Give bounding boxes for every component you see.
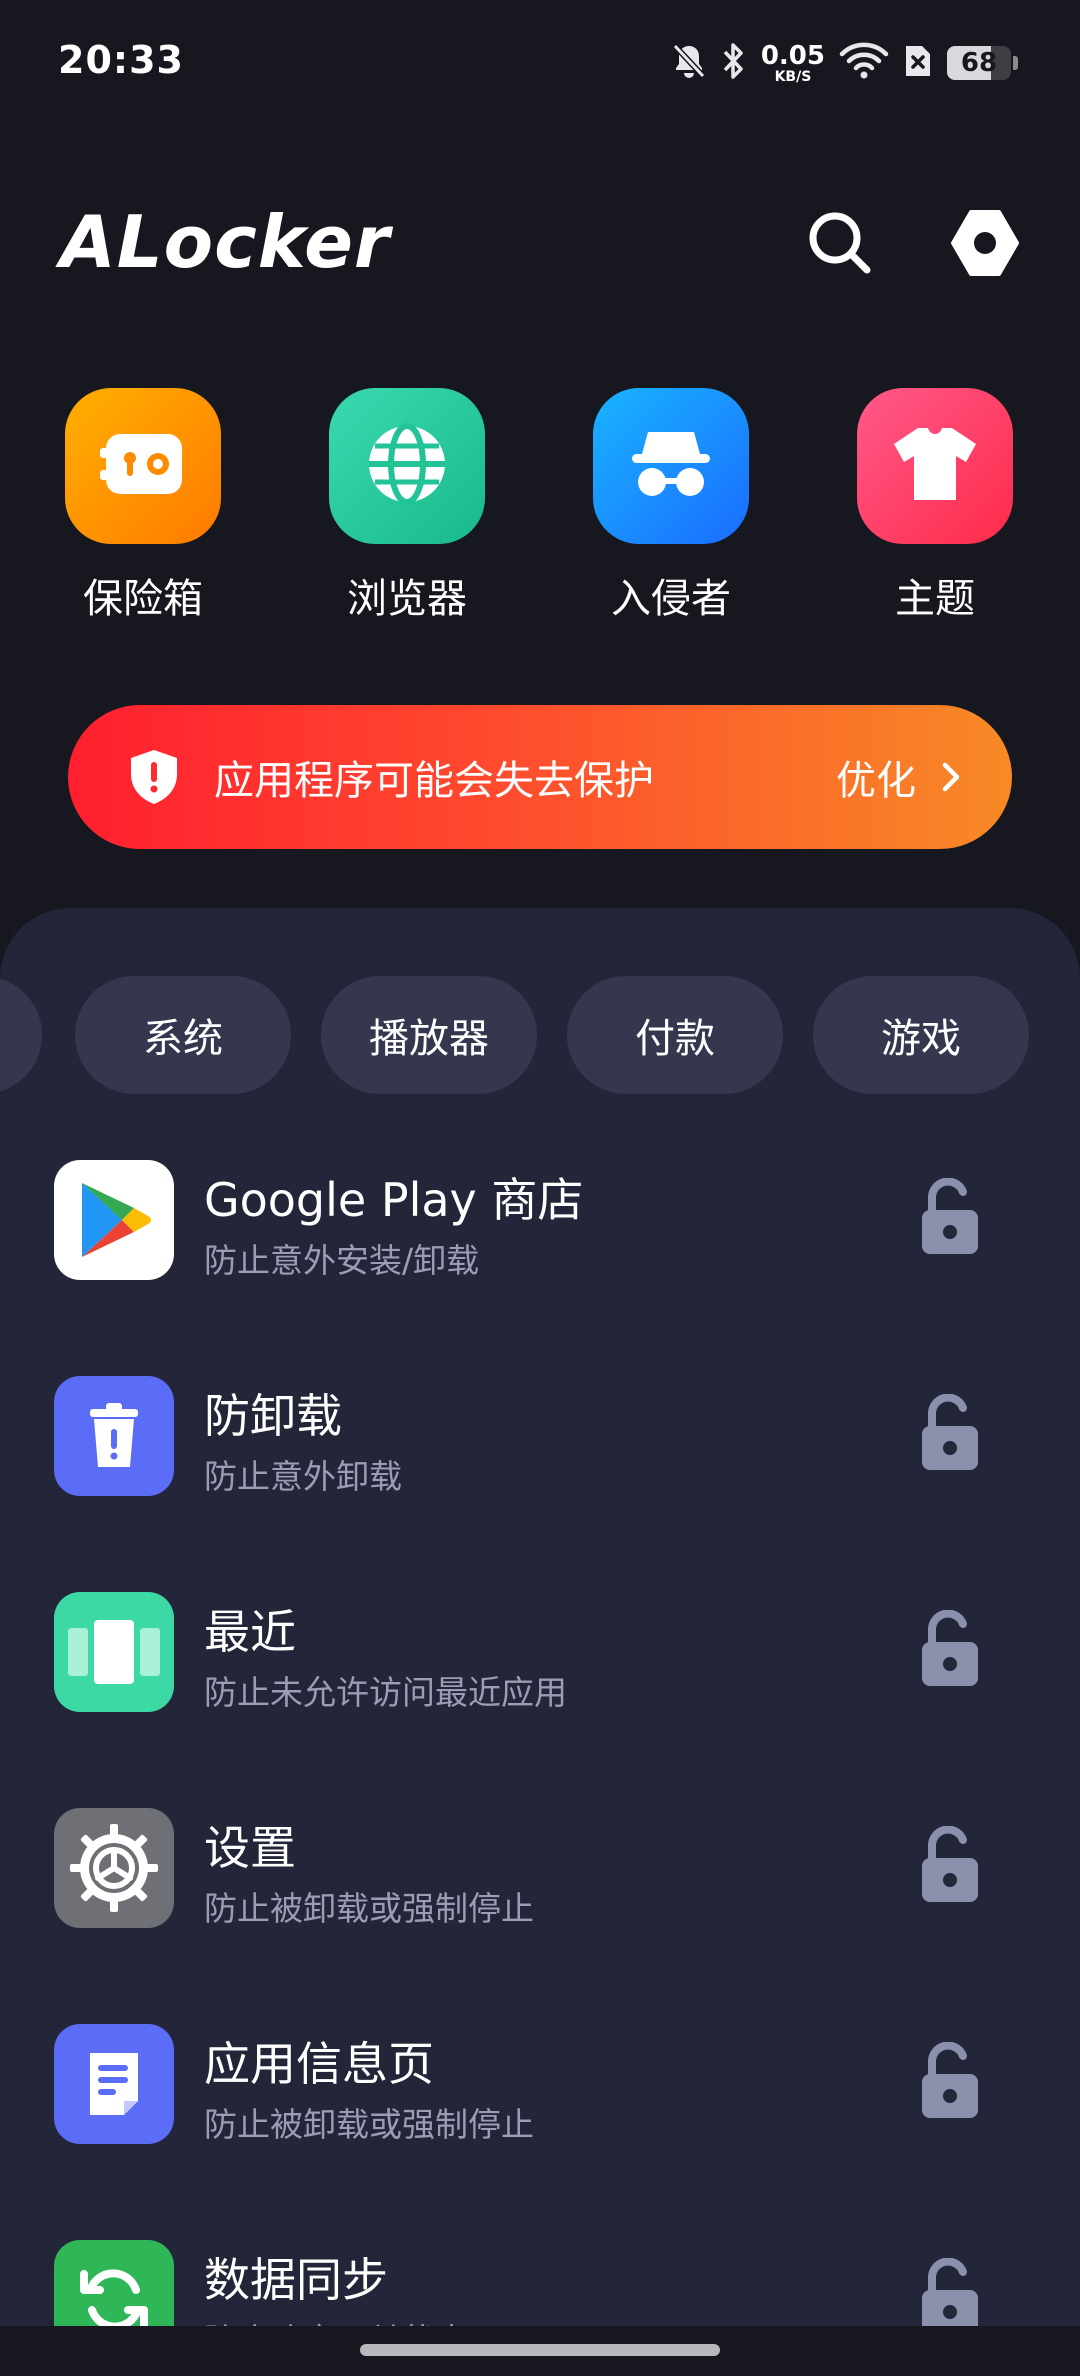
app-title: ALocker [60, 200, 391, 284]
banner-message: 应用程序可能会失去保护 [214, 758, 654, 804]
network-speed-unit: KB/S [774, 68, 812, 85]
app-name: 设置 [204, 1821, 296, 1875]
app-row-google-play[interactable]: Google Play 商店 防止意外安装/卸载 [0, 1160, 1080, 1340]
shield-alert-icon [124, 747, 184, 807]
bell-muted-icon [671, 42, 707, 84]
settings-button[interactable] [945, 205, 1025, 285]
search-icon [805, 208, 875, 282]
home-indicator[interactable] [360, 2344, 720, 2356]
app-row-uninstall-protect[interactable]: 防卸载 防止意外卸载 [0, 1376, 1080, 1556]
app-desc: 防止意外卸载 [204, 1457, 402, 1496]
app-name: 应用信息页 [204, 2037, 434, 2091]
network-speed-value: 0.05 [760, 40, 825, 71]
tool-label: 主题 [895, 576, 975, 622]
app-name: 数据同步 [204, 2253, 388, 2307]
settings-hex-icon [949, 207, 1021, 283]
lock-open-icon[interactable] [918, 1825, 982, 1906]
status-time: 20:33 [58, 38, 184, 82]
chip-games[interactable]: 游戏 [813, 976, 1029, 1094]
app-row-settings[interactable]: 设置 防止被卸载或强制停止 [0, 1808, 1080, 1988]
screen: 20:33 0.05 KB/S 68 ALocker 保险箱 浏览器 入侵者 主… [0, 0, 1080, 2376]
shirt-icon [890, 422, 980, 510]
lock-open-icon[interactable] [918, 1393, 982, 1474]
battery-icon: 68 [947, 46, 1011, 80]
gear-icon [54, 1808, 174, 1928]
tool-label: 保险箱 [83, 576, 203, 622]
chip-system[interactable]: 系统 [75, 976, 291, 1094]
app-desc: 防止被卸载或强制停止 [204, 1889, 534, 1928]
intruder-tile [593, 388, 749, 544]
lock-open-icon[interactable] [918, 2041, 982, 2122]
protected-apps-sheet: 系统 播放器 付款 游戏 Google Play 商店 防止意外安装/卸载 防卸… [0, 908, 1080, 2376]
app-name: Google Play 商店 [204, 1173, 584, 1227]
recents-icon [54, 1592, 174, 1712]
optimize-button[interactable]: 优化 [836, 748, 916, 806]
quick-tools: 保险箱 浏览器 入侵者 主题 [0, 388, 1080, 638]
status-icons: 0.05 KB/S 68 [671, 38, 1018, 88]
app-row-recents[interactable]: 最近 防止未允许访问最近应用 [0, 1592, 1080, 1772]
app-desc: 防止未允许访问最近应用 [204, 1673, 567, 1712]
search-button[interactable] [800, 205, 880, 285]
browser-tile [329, 388, 485, 544]
network-speed: 0.05 KB/S [761, 43, 825, 84]
app-desc: 防止被卸载或强制停止 [204, 2105, 534, 2144]
app-row-app-info[interactable]: 应用信息页 防止被卸载或强制停止 [0, 2024, 1080, 2204]
chip-partial[interactable] [0, 976, 42, 1094]
trash-alert-icon [54, 1376, 174, 1496]
protection-warning-banner[interactable]: 应用程序可能会失去保护 优化 [68, 705, 1012, 849]
globe-icon [363, 420, 451, 512]
lock-open-icon[interactable] [918, 1177, 982, 1258]
chip-player[interactable]: 播放器 [321, 976, 537, 1094]
navigation-bar [0, 2326, 1080, 2376]
category-chips[interactable]: 系统 播放器 付款 游戏 [0, 976, 1080, 1094]
battery-percent: 68 [960, 48, 998, 78]
google-play-icon [54, 1160, 174, 1280]
chip-payment[interactable]: 付款 [567, 976, 783, 1094]
vault-tile [65, 388, 221, 544]
tool-vault[interactable]: 保险箱 [43, 388, 243, 624]
vault-icon [98, 424, 188, 508]
battery-tip [1013, 56, 1018, 70]
sim-off-icon [903, 42, 933, 84]
lock-open-icon[interactable] [918, 1609, 982, 1690]
app-info-icon [54, 2024, 174, 2144]
tool-browser[interactable]: 浏览器 [307, 388, 507, 624]
app-name: 最近 [204, 1605, 296, 1659]
tool-intruder[interactable]: 入侵者 [571, 388, 771, 624]
chevron-right-icon [934, 760, 968, 794]
tool-theme[interactable]: 主题 [835, 388, 1035, 624]
app-desc: 防止意外安装/卸载 [204, 1241, 480, 1280]
tool-label: 浏览器 [347, 576, 467, 622]
intruder-icon [626, 424, 716, 508]
theme-tile [857, 388, 1013, 544]
wifi-icon [839, 42, 889, 84]
bluetooth-icon [721, 41, 747, 85]
tool-label: 入侵者 [611, 576, 731, 622]
status-bar: 20:33 0.05 KB/S 68 [0, 0, 1080, 120]
app-name: 防卸载 [204, 1389, 342, 1443]
